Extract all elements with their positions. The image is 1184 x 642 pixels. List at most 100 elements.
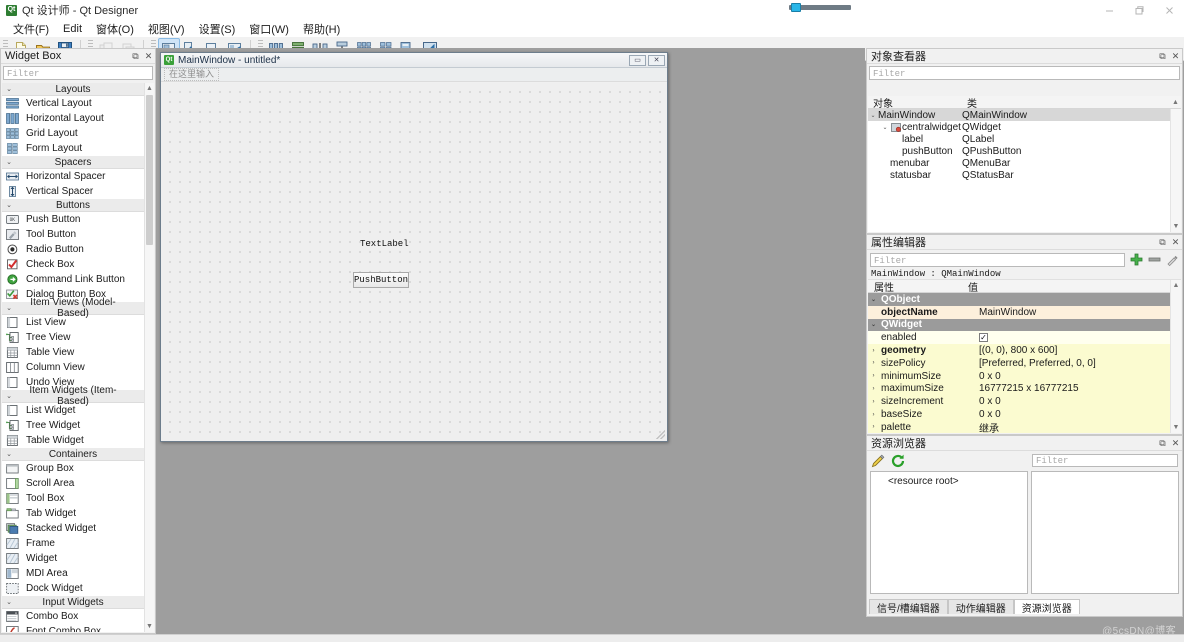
object-inspector-scrollbar[interactable]: ▼ [1170,109,1181,232]
property-value[interactable]: 16777215 x 16777215 [975,383,1170,394]
form-title-bar[interactable]: MainWindow - untitled* ▭ ✕ [161,53,667,68]
bottom-tab-动作编辑器[interactable]: 动作编辑器 [947,599,1014,615]
oi-scroll-down-icon[interactable]: ▼ [1171,221,1181,232]
chevron-right-icon[interactable]: › [868,348,879,354]
widget-box-category-spacers[interactable]: ⌄ Spacers [2,156,144,169]
resource-browser-filter-input[interactable]: Filter [1032,454,1178,467]
widget-item-grid-layout[interactable]: Grid Layout [2,126,144,141]
property-value[interactable]: [(0, 0), 800 x 600] [975,345,1170,356]
widget-item-check-box[interactable]: Check Box [2,257,144,272]
configure-icon[interactable] [1163,252,1181,267]
property-row-maximumsize[interactable]: › maximumSize 16777215 x 16777215 [868,382,1170,396]
menu-help[interactable]: 帮助(H) [296,20,347,38]
widget-item-stacked-widget[interactable]: Stacked Widget [2,521,144,536]
form-close-button[interactable]: ✕ [648,54,665,66]
resource-root-item[interactable]: <resource root> [871,472,1027,487]
property-row-palette[interactable]: › palette 继承 [868,420,1170,433]
property-row-sizeincrement[interactable]: › sizeIncrement 0 x 0 [868,395,1170,409]
chevron-down-icon[interactable]: ⌄ [868,296,879,303]
close-button[interactable] [1154,0,1184,20]
property-row-sizepolicy[interactable]: › sizePolicy [Preferred, Preferred, 0, 0] [868,356,1170,370]
object-row-statusbar[interactable]: statusbar QStatusBar [868,169,1170,181]
form-window[interactable]: MainWindow - untitled* ▭ ✕ 在这里输入 TextLab… [160,52,668,442]
widget-item-form-layout[interactable]: Form Layout [2,141,144,156]
property-value[interactable]: ✓ [975,332,1170,343]
column-header-property[interactable]: 属性 [868,280,964,294]
widget-box-filter-input[interactable]: Filter [3,66,153,80]
object-row-mainwindow[interactable]: ⌄ MainWindow QMainWindow [868,109,1170,121]
widget-item-column-view[interactable]: Column View [2,360,144,375]
widget-item-vertical-spacer[interactable]: Vertical Spacer [2,184,144,199]
property-group-qwidget[interactable]: ⌄ QWidget [868,318,1170,332]
widget-item-horizontal-layout[interactable]: Horizontal Layout [2,111,144,126]
top-slider[interactable] [789,3,851,12]
widget-item-font-combo-box[interactable]: Font Combo Box [2,624,144,632]
chevron-down-icon[interactable]: ⌄ [868,321,879,328]
column-header-object[interactable]: 对象 [868,96,962,110]
form-pushbutton[interactable]: PushButton [353,272,409,288]
chevron-down-icon[interactable]: ⌄ [868,112,878,119]
widget-item-push-button[interactable]: OK Push Button [2,212,144,227]
resource-browser-float-button[interactable]: ⧉ [1156,437,1169,450]
form-body[interactable]: TextLabel PushButton [161,83,667,441]
property-value[interactable]: 0 x 0 [975,396,1170,407]
property-row-enabled[interactable]: enabled ✓ [868,331,1170,345]
property-editor-float-button[interactable]: ⧉ [1156,236,1169,249]
property-group-qobject[interactable]: ⌄ QObject [868,293,1170,306]
add-property-icon[interactable] [1127,252,1145,267]
widget-box-float-button[interactable]: ⧉ [129,50,142,63]
widget-item-combo-box[interactable]: Combo Box [2,609,144,624]
bottom-tab-信号槽编辑器[interactable]: 信号/槽编辑器 [869,599,948,615]
property-editor-table[interactable]: 属性 值 ⌄ QObject objectName MainWindow ⌄ QWidge… [868,280,1181,433]
form-menubar-type-here[interactable]: 在这里输入 [164,68,220,81]
widget-item-vertical-layout[interactable]: Vertical Layout [2,96,144,111]
widget-item-group-box[interactable]: Group Box [2,461,144,476]
chevron-right-icon[interactable]: › [868,373,879,379]
form-resize-grip[interactable] [653,427,665,439]
property-row-objectname[interactable]: objectName MainWindow [868,305,1170,319]
restore-button[interactable] [1124,0,1154,20]
menu-file[interactable]: 文件(F) [6,20,56,38]
widget-box-category-input-widgets[interactable]: ⌄ Input Widgets [2,596,144,609]
object-row-pushbutton[interactable]: pushButton QPushButton [868,145,1170,157]
object-inspector-close-button[interactable]: ✕ [1169,50,1182,63]
scroll-up-icon[interactable]: ▲ [145,83,154,94]
object-row-menubar[interactable]: menubar QMenuBar [868,157,1170,169]
widget-item-mdi-area[interactable]: MDI Area [2,566,144,581]
property-row-geometry[interactable]: › geometry [(0, 0), 800 x 600] [868,344,1170,357]
column-header-value[interactable]: 值 [964,280,978,294]
form-label[interactable]: TextLabel [360,239,409,249]
widget-item-command-link-button[interactable]: Command Link Button [2,272,144,287]
design-canvas[interactable]: MainWindow - untitled* ▭ ✕ 在这里输入 TextLab… [156,48,865,634]
widget-box-category-item-views-model-based[interactable]: ⌄ Item Views (Model-Based) [2,297,144,319]
slider-handle[interactable] [791,3,801,12]
widget-item-tree-view[interactable]: Tree View [2,330,144,345]
object-inspector-tree[interactable]: 对象 类 ▲ ⌄ MainWindow QMainWindow ⌄ centralwid… [868,96,1181,232]
minimize-button[interactable] [1094,0,1124,20]
oi-scroll-up-icon[interactable]: ▲ [1170,99,1181,106]
menu-edit[interactable]: Edit [56,22,89,36]
bottom-tab-资源浏览器[interactable]: 资源浏览器 [1013,599,1080,615]
widget-item-horizontal-spacer[interactable]: Horizontal Spacer [2,169,144,184]
chevron-right-icon[interactable]: › [868,386,879,392]
chevron-down-icon[interactable]: ⌄ [880,124,890,131]
property-value[interactable]: [Preferred, Preferred, 0, 0] [975,358,1170,369]
property-value[interactable]: 继承 [975,420,1170,433]
menu-form[interactable]: 窗体(O) [89,20,141,38]
chevron-right-icon[interactable]: › [868,424,879,430]
column-header-class[interactable]: 类 [962,96,977,110]
pencil-edit-icon[interactable] [868,453,888,469]
property-editor-scrollbar[interactable]: ▲ ▼ [1170,280,1181,433]
object-inspector-filter-input[interactable]: Filter [869,66,1180,80]
widget-item-tab-widget[interactable]: Tab Widget [2,506,144,521]
remove-property-icon[interactable] [1145,252,1163,267]
resource-browser-close-button[interactable]: ✕ [1169,437,1182,450]
widget-box-close-button[interactable]: ✕ [142,50,155,63]
widget-item-table-view[interactable]: Table View [2,345,144,360]
object-row-centralwidget[interactable]: ⌄ centralwidget QWidget [868,121,1170,133]
widget-item-radio-button[interactable]: Radio Button [2,242,144,257]
widget-box-category-layouts[interactable]: ⌄ Layouts [2,83,144,96]
widget-box-scrollbar[interactable]: ▲ ▼ [144,83,154,632]
widget-item-scroll-area[interactable]: Scroll Area [2,476,144,491]
menu-settings[interactable]: 设置(S) [192,20,243,38]
